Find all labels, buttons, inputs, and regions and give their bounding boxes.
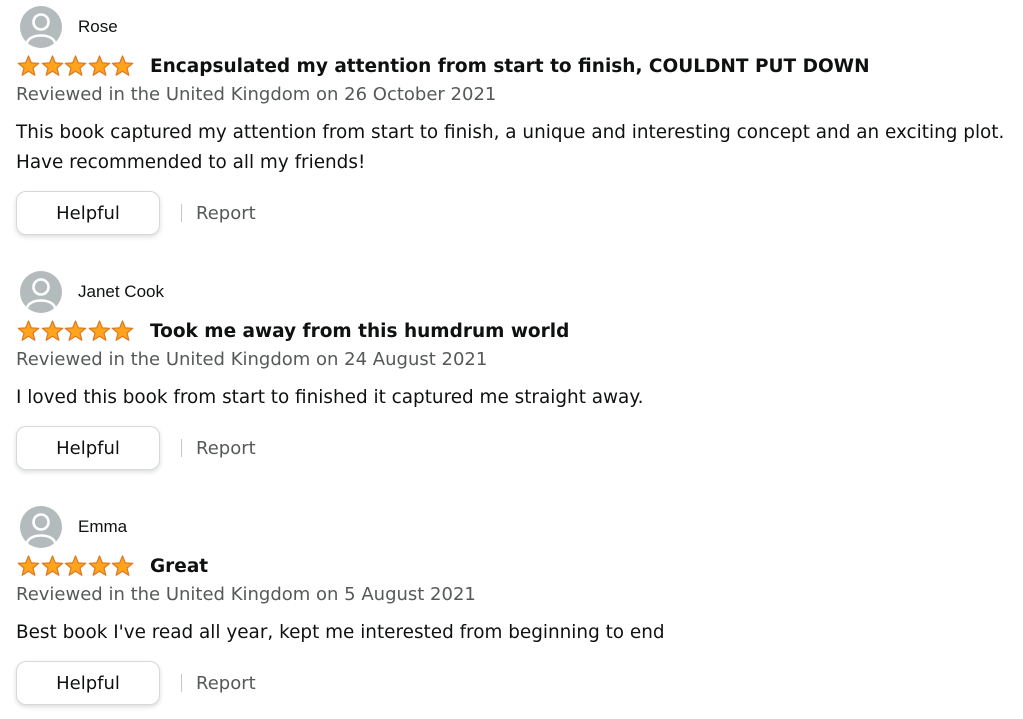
helpful-button[interactable]: Helpful bbox=[16, 191, 160, 235]
review-body: I loved this book from start to finished… bbox=[16, 387, 644, 408]
divider bbox=[181, 204, 182, 222]
reviewer-profile[interactable]: Emma bbox=[20, 506, 127, 548]
star-icon bbox=[112, 55, 134, 76]
review-date: Reviewed in the United Kingdom on 5 Augu… bbox=[16, 584, 476, 605]
review-card: Rose Encapsulated my attention from star… bbox=[0, 0, 1023, 250]
default-avatar-icon bbox=[25, 278, 57, 310]
review-title[interactable]: Encapsulated my attention from start to … bbox=[150, 56, 870, 77]
report-link[interactable]: Report bbox=[196, 203, 256, 224]
star-icon bbox=[64, 55, 87, 76]
star-icon bbox=[41, 555, 63, 576]
star-icon bbox=[88, 55, 111, 76]
helpful-button[interactable]: Helpful bbox=[16, 661, 160, 705]
rating-row: Great bbox=[17, 554, 208, 578]
reviewer-name[interactable]: Emma bbox=[78, 517, 127, 537]
reviewer-name[interactable]: Janet Cook bbox=[78, 282, 164, 302]
review-title[interactable]: Great bbox=[150, 556, 208, 577]
star-icon bbox=[41, 320, 63, 341]
star-icon bbox=[88, 555, 111, 576]
avatar bbox=[20, 6, 62, 48]
star-rating[interactable] bbox=[17, 320, 135, 342]
divider bbox=[181, 674, 182, 692]
review-title[interactable]: Took me away from this humdrum world bbox=[150, 321, 569, 342]
reviewer-name[interactable]: Rose bbox=[78, 17, 118, 37]
default-avatar-icon bbox=[25, 13, 57, 45]
avatar bbox=[20, 271, 62, 313]
review-date: Reviewed in the United Kingdom on 24 Aug… bbox=[16, 349, 488, 370]
star-icon bbox=[17, 555, 40, 576]
rating-row: Took me away from this humdrum world bbox=[17, 319, 569, 343]
review-card: Emma Great Reviewed in the United Kingdo… bbox=[0, 500, 1023, 719]
star-icon bbox=[41, 55, 63, 76]
review-actions: Helpful Report bbox=[16, 426, 256, 470]
star-icon bbox=[88, 320, 111, 341]
review-body: This book captured my attention from sta… bbox=[16, 122, 1005, 173]
star-icon bbox=[112, 555, 134, 576]
star-rating[interactable] bbox=[17, 55, 135, 77]
helpful-button[interactable]: Helpful bbox=[16, 426, 160, 470]
avatar bbox=[20, 506, 62, 548]
rating-row: Encapsulated my attention from start to … bbox=[17, 54, 870, 78]
review-actions: Helpful Report bbox=[16, 191, 256, 235]
star-icon bbox=[17, 55, 40, 76]
divider bbox=[181, 439, 182, 457]
star-icon bbox=[112, 320, 134, 341]
reviewer-profile[interactable]: Janet Cook bbox=[20, 271, 164, 313]
review-body: Best book I've read all year, kept me in… bbox=[16, 622, 665, 643]
reviewer-profile[interactable]: Rose bbox=[20, 6, 118, 48]
star-icon bbox=[17, 320, 40, 341]
report-link[interactable]: Report bbox=[196, 673, 256, 694]
review-actions: Helpful Report bbox=[16, 661, 256, 705]
review-date: Reviewed in the United Kingdom on 26 Oct… bbox=[16, 84, 497, 105]
review-card: Janet Cook Took me away from this humdru… bbox=[0, 265, 1023, 485]
star-icon bbox=[64, 320, 87, 341]
star-rating[interactable] bbox=[17, 555, 135, 577]
report-link[interactable]: Report bbox=[196, 438, 256, 459]
default-avatar-icon bbox=[25, 513, 57, 545]
star-icon bbox=[64, 555, 87, 576]
